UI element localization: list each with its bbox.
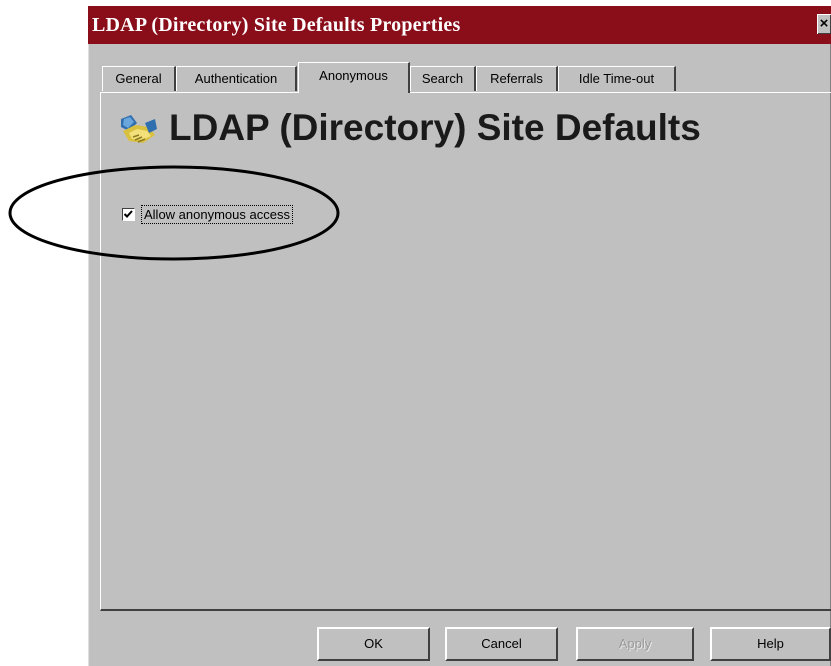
annotation-ellipse xyxy=(8,165,340,261)
tab-anonymous[interactable]: Anonymous xyxy=(298,62,410,93)
